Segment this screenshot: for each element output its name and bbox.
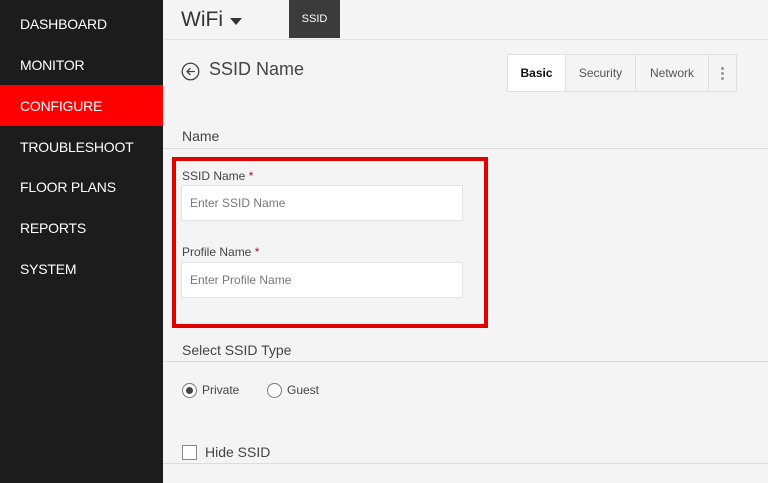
more-vertical-icon[interactable] <box>709 55 736 91</box>
sidebar: DASHBOARD MONITOR CONFIGURE TROUBLESHOOT… <box>0 0 163 483</box>
profile-name-input[interactable] <box>181 262 463 298</box>
section-divider <box>163 361 768 362</box>
page-title: SSID Name <box>209 59 305 79</box>
wifi-dropdown[interactable]: WiFi <box>181 6 242 34</box>
hide-ssid-label: Hide SSID <box>205 444 271 460</box>
section-title-name: Name <box>182 128 220 144</box>
radio-private[interactable]: Private <box>182 382 239 398</box>
nav-item-configure[interactable]: CONFIGURE <box>0 85 163 126</box>
wifi-dropdown-label: WiFi <box>181 8 223 31</box>
section-divider <box>163 463 768 464</box>
caret-down-icon <box>229 17 242 25</box>
nav-item-troubleshoot[interactable]: TROUBLESHOOT <box>0 126 163 167</box>
radio-private-label: Private <box>202 383 240 397</box>
ssid-name-label: SSID Name * <box>182 169 253 183</box>
profile-name-label-text: Profile Name <box>182 245 252 259</box>
nav-item-floor-plans[interactable]: FLOOR PLANS <box>0 166 163 207</box>
nav-item-reports[interactable]: REPORTS <box>0 207 163 248</box>
radio-private-circle[interactable] <box>182 382 197 398</box>
tab-security[interactable]: Security <box>566 55 636 91</box>
hide-ssid-checkbox-row[interactable]: Hide SSID <box>182 444 270 460</box>
required-mark: * <box>248 169 254 183</box>
nav-item-dashboard[interactable]: DASHBOARD <box>0 3 163 44</box>
nav-item-monitor[interactable]: MONITOR <box>0 44 163 85</box>
radio-guest[interactable]: Guest <box>267 382 319 398</box>
hide-ssid-checkbox[interactable] <box>182 444 197 460</box>
radio-guest-circle[interactable] <box>267 382 282 398</box>
required-mark: * <box>254 245 260 259</box>
arrow-left-circle-icon[interactable] <box>181 62 200 81</box>
ssid-tab[interactable]: SSID <box>289 0 340 38</box>
tab-network[interactable]: Network <box>636 55 709 91</box>
profile-name-label: Profile Name * <box>182 245 259 259</box>
top-header: WiFi SSID <box>163 0 768 40</box>
section-title-ssid-type: Select SSID Type <box>182 342 292 358</box>
nav-item-system[interactable]: SYSTEM <box>0 248 163 289</box>
section-divider <box>163 148 768 149</box>
ssid-name-label-text: SSID Name <box>182 169 246 183</box>
ssid-name-input[interactable] <box>181 185 463 221</box>
tab-basic[interactable]: Basic <box>508 55 566 91</box>
config-tabs: Basic Security Network <box>507 54 737 92</box>
radio-guest-label: Guest <box>287 383 320 397</box>
